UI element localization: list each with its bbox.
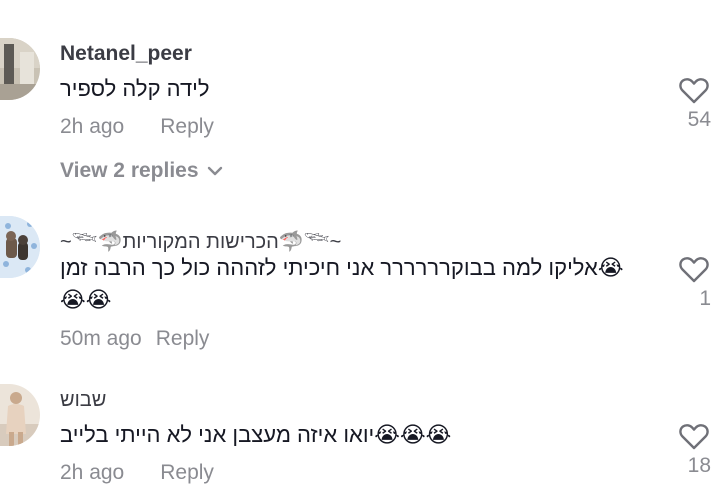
previous-comment-remnant <box>130 0 190 4</box>
comment-timestamp: 2h ago <box>60 461 125 484</box>
comment-username[interactable]: Netanel_peer <box>60 42 192 66</box>
like-button[interactable]: 1 <box>671 257 711 311</box>
heart-outline-icon[interactable] <box>679 257 709 283</box>
comment-text-line-1: 😭אליקו למה בבוקרררררר אני חיכיתי לזההה כ… <box>60 255 624 280</box>
comment-username[interactable]: שבוש <box>60 389 106 412</box>
comment-text: לידה קלה לספיר <box>60 76 210 101</box>
like-button[interactable]: 18 <box>671 424 711 478</box>
like-count: 18 <box>687 454 711 477</box>
comment-timestamp: 2h ago <box>60 115 125 138</box>
heart-outline-icon[interactable] <box>679 78 709 104</box>
comment-username[interactable]: ~𓆝🦈הכרישות המקוריות🦈𓆝~ <box>60 222 341 255</box>
avatar[interactable] <box>0 38 40 100</box>
comment-meta: 50m ago Reply <box>60 327 209 351</box>
reply-button[interactable]: Reply <box>160 115 214 139</box>
view-replies-label: View 2 replies <box>60 159 199 182</box>
like-count: 1 <box>699 287 711 310</box>
view-replies-button[interactable]: View 2 replies <box>60 159 223 183</box>
comment-meta: 2h ago Reply <box>60 115 214 139</box>
chevron-down-icon <box>207 167 222 176</box>
comment-text-line-2: 😭😭 <box>60 287 112 312</box>
like-button[interactable]: 54 <box>671 78 711 132</box>
avatar[interactable] <box>0 216 40 278</box>
like-count: 54 <box>687 108 711 131</box>
comment-timestamp: 50m ago <box>60 327 142 350</box>
avatar[interactable] <box>0 384 40 446</box>
comment-meta: 2h ago Reply <box>60 461 214 485</box>
comment-text: 😭😭😭יואו איזה מעצבן אני לא הייתי בלייב <box>60 422 452 447</box>
heart-outline-icon[interactable] <box>679 424 709 450</box>
reply-button[interactable]: Reply <box>156 327 210 351</box>
reply-button[interactable]: Reply <box>160 461 214 485</box>
